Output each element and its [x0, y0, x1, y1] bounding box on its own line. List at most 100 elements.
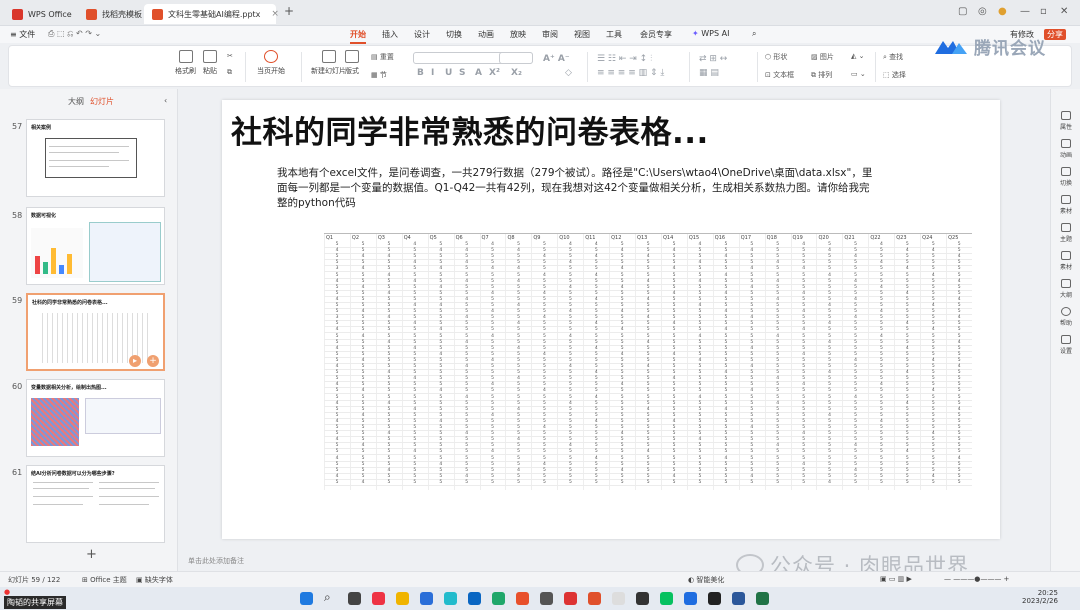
search-icon[interactable]: ⌕ — [324, 590, 337, 604]
start-slideshow-button[interactable]: 当页开始 — [257, 50, 285, 76]
layout-button[interactable]: 版式 — [345, 50, 359, 76]
slide-canvas[interactable]: 社科的同学非常熟悉的问卷表格... 我本地有个excel文件，是问卷调查，一共2… — [222, 100, 1000, 539]
font-size-select[interactable] — [499, 52, 533, 64]
paragraph-icons[interactable]: ⇄ ⊞ ↔ — [699, 54, 727, 64]
slide-thumbnail-59[interactable]: 社科的同学非常熟悉的问卷表格... ▸ + — [26, 293, 165, 371]
layout-icon[interactable]: ▢ — [958, 6, 967, 17]
panel-settings[interactable]: 设置 — [1051, 335, 1080, 355]
paste-button[interactable]: 粘贴 — [203, 50, 217, 76]
format-painter-button[interactable]: 格式刷 — [175, 50, 196, 76]
slide-thumbnail-58[interactable]: 数据可视化 — [26, 207, 165, 285]
tab-wps-office[interactable]: WPS Office — [4, 4, 80, 24]
wps-icon[interactable] — [588, 592, 601, 605]
tab-template[interactable]: 找稻壳模板 — [78, 4, 150, 24]
columns-icons[interactable]: ▦ ▤ — [699, 68, 719, 78]
arrange-button[interactable]: ⧉ 排列 — [811, 70, 832, 80]
play-icon[interactable]: ▸ — [129, 355, 141, 367]
menu-design[interactable]: 设计 — [414, 29, 430, 40]
app-icon[interactable] — [636, 592, 649, 605]
panel-assets[interactable]: 素材 — [1051, 251, 1080, 271]
menu-tools[interactable]: 工具 — [606, 29, 622, 40]
superscript-icon[interactable]: X² — [489, 68, 500, 78]
folder-icon[interactable] — [396, 592, 409, 605]
chrome-icon[interactable] — [372, 592, 385, 605]
menu-insert[interactable]: 插入 — [382, 29, 398, 40]
menu-review[interactable]: 审阅 — [542, 29, 558, 40]
skin-icon[interactable]: ◎ — [978, 6, 987, 17]
menu-animation[interactable]: 动画 — [478, 29, 494, 40]
app-icon[interactable] — [540, 592, 553, 605]
tab-slides[interactable]: 幻灯片 — [90, 96, 114, 107]
reset-button[interactable]: ▤ 重置 — [371, 52, 394, 62]
task-view-icon[interactable] — [348, 592, 361, 605]
theme-name[interactable]: ⊞ Office 主题 — [82, 575, 127, 585]
picture-button[interactable]: ▨ 图片 — [811, 52, 834, 62]
menu-file[interactable]: ≡ 文件 — [10, 29, 35, 40]
tab-outline[interactable]: 大纲 — [68, 96, 84, 107]
clock[interactable]: 20:25 2023/2/26 — [1022, 589, 1058, 605]
windows-start-icon[interactable] — [300, 592, 313, 605]
new-tab-button[interactable]: + — [284, 4, 294, 18]
slide-body-text[interactable]: 我本地有个excel文件，是问卷调查，一共279行数据（279个被试）。路径是"… — [277, 166, 877, 211]
edge-icon[interactable] — [444, 592, 457, 605]
app-icon[interactable] — [492, 592, 505, 605]
menu-slideshow[interactable]: 放映 — [510, 29, 526, 40]
outline-icon[interactable]: ▭ ⌄ — [851, 70, 866, 78]
menu-view[interactable]: 视图 — [574, 29, 590, 40]
menu-transition[interactable]: 切换 — [446, 29, 462, 40]
bold-icon[interactable]: B — [417, 68, 424, 78]
section-button[interactable]: ▦ 节 — [371, 70, 387, 80]
share-button[interactable]: 分享 — [1044, 29, 1066, 40]
align-icons[interactable]: ≡ ≡ ≡ ≡ ▥ ⇕ ⤓ — [597, 68, 664, 78]
add-slide-button[interactable]: + — [86, 547, 97, 562]
subscript-icon[interactable]: X₂ — [511, 68, 522, 78]
quick-access-icons[interactable]: ⎙ ⬚ ⎌ ↶ ↷ ⌄ — [48, 29, 101, 39]
minimize-icon[interactable]: — — [1020, 6, 1030, 17]
window-close-icon[interactable]: ✕ — [1060, 6, 1068, 17]
fill-icon[interactable]: ◭ ⌄ — [851, 52, 864, 60]
textbox-button[interactable]: ⊡ 文本框 — [765, 70, 794, 80]
clear-format-icon[interactable]: ◇ — [565, 68, 572, 78]
missing-font[interactable]: ▣ 缺失字体 — [136, 575, 173, 585]
maximize-icon[interactable]: ▫ — [1040, 6, 1047, 17]
excel-icon[interactable] — [756, 592, 769, 605]
find-button[interactable]: ⌕ 查找 — [883, 52, 903, 62]
mail-icon[interactable] — [420, 592, 433, 605]
grow-font-icon[interactable]: A⁺ A⁻ — [543, 54, 570, 64]
view-buttons[interactable]: ▣ ▭ ▥ ▶ — [880, 575, 912, 583]
panel-theme[interactable]: 主题 — [1051, 223, 1080, 243]
strikethrough-icon[interactable]: S — [459, 68, 465, 78]
shape-button[interactable]: ⬡ 形状 — [765, 52, 787, 62]
panel-properties[interactable]: 属性 — [1051, 111, 1080, 131]
avatar[interactable]: ● — [998, 6, 1007, 17]
menu-wps-ai[interactable]: ✦ WPS AI — [692, 29, 729, 38]
copy-icon[interactable]: ⧉ — [227, 68, 232, 77]
app-icon[interactable] — [564, 592, 577, 605]
app-icon[interactable] — [708, 592, 721, 605]
panel-animation[interactable]: 动画 — [1051, 139, 1080, 159]
wechat-icon[interactable] — [660, 592, 673, 605]
word-icon[interactable] — [732, 592, 745, 605]
bullets-icon[interactable]: ☰ ☷ ⇤ ⇥ ↕ ⫶ — [597, 54, 652, 64]
search-icon[interactable]: ⌕ — [752, 29, 756, 39]
new-slide-button[interactable]: 新建幻灯片 — [311, 50, 346, 76]
smart-beautify-button[interactable]: ◐ 智能美化 — [688, 575, 724, 585]
panel-material[interactable]: 素材 — [1051, 195, 1080, 215]
add-icon[interactable]: + — [147, 355, 159, 367]
app-icon[interactable] — [468, 592, 481, 605]
slide-thumbnail-57[interactable]: 相关案例 — [26, 119, 165, 197]
panel-outline[interactable]: 大纲 — [1051, 279, 1080, 299]
questionnaire-table-image[interactable]: Q1 Q2 Q3 Q4 Q5 Q6 Q7 Q8 Q9 Q10 Q11 Q12 Q13 Q14 Q15 Q16 Q… — [324, 233, 972, 490]
slide-title[interactable]: 社科的同学非常熟悉的问卷表格... — [231, 107, 709, 152]
slide-thumbnail-61[interactable]: 结AI分析问卷数据可以分为哪些步骤? — [26, 465, 165, 543]
app-icon[interactable] — [612, 592, 625, 605]
italic-icon[interactable]: I — [431, 68, 434, 78]
menu-home[interactable]: 开始 — [350, 29, 366, 44]
collapse-panel-icon[interactable]: ‹ — [164, 96, 167, 105]
select-button[interactable]: ⬚ 选择 — [883, 70, 906, 80]
zoom-slider[interactable]: — ———●——— + — [944, 575, 1009, 583]
panel-transition[interactable]: 切换 — [1051, 167, 1080, 187]
font-color-icon[interactable]: A — [475, 68, 482, 78]
cut-icon[interactable]: ✂ — [227, 52, 233, 60]
app-icon[interactable] — [516, 592, 529, 605]
